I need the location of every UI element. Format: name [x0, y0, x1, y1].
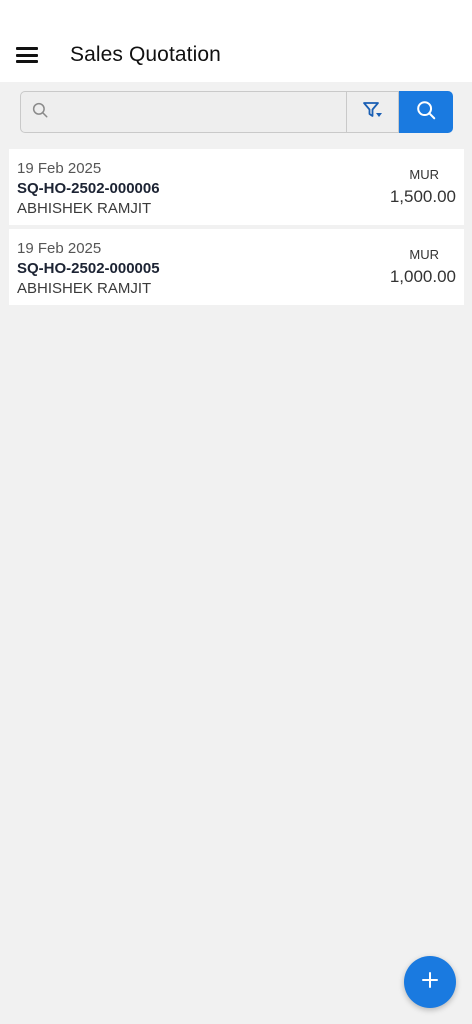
quotation-list: 19 Feb 2025 SQ-HO-2502-000006 ABHISHEK R…	[9, 149, 464, 309]
list-item[interactable]: 19 Feb 2025 SQ-HO-2502-000006 ABHISHEK R…	[9, 149, 464, 225]
page-title: Sales Quotation	[70, 43, 221, 66]
status-bar	[0, 0, 472, 28]
list-item[interactable]: 19 Feb 2025 SQ-HO-2502-000005 ABHISHEK R…	[9, 229, 464, 305]
search-icon	[31, 101, 49, 124]
quotation-amount: 1,500.00	[389, 187, 456, 206]
filter-icon	[362, 100, 384, 125]
hamburger-menu-icon[interactable]	[16, 46, 38, 64]
filter-button[interactable]	[347, 91, 399, 133]
search-field[interactable]	[20, 91, 347, 133]
amount-block: MUR 1,500.00	[390, 167, 456, 209]
currency-code: MUR	[409, 247, 439, 262]
search-button[interactable]	[399, 91, 453, 133]
currency-code: MUR	[409, 167, 439, 182]
quotation-amount: 1,000.00	[389, 267, 456, 286]
amount-block: MUR 1,000.00	[390, 247, 456, 289]
plus-icon	[421, 971, 439, 994]
search-icon	[415, 99, 437, 126]
add-quotation-button[interactable]	[404, 956, 456, 1008]
search-bar	[20, 91, 453, 133]
search-input[interactable]	[49, 92, 346, 132]
app-bar: Sales Quotation	[0, 28, 472, 82]
